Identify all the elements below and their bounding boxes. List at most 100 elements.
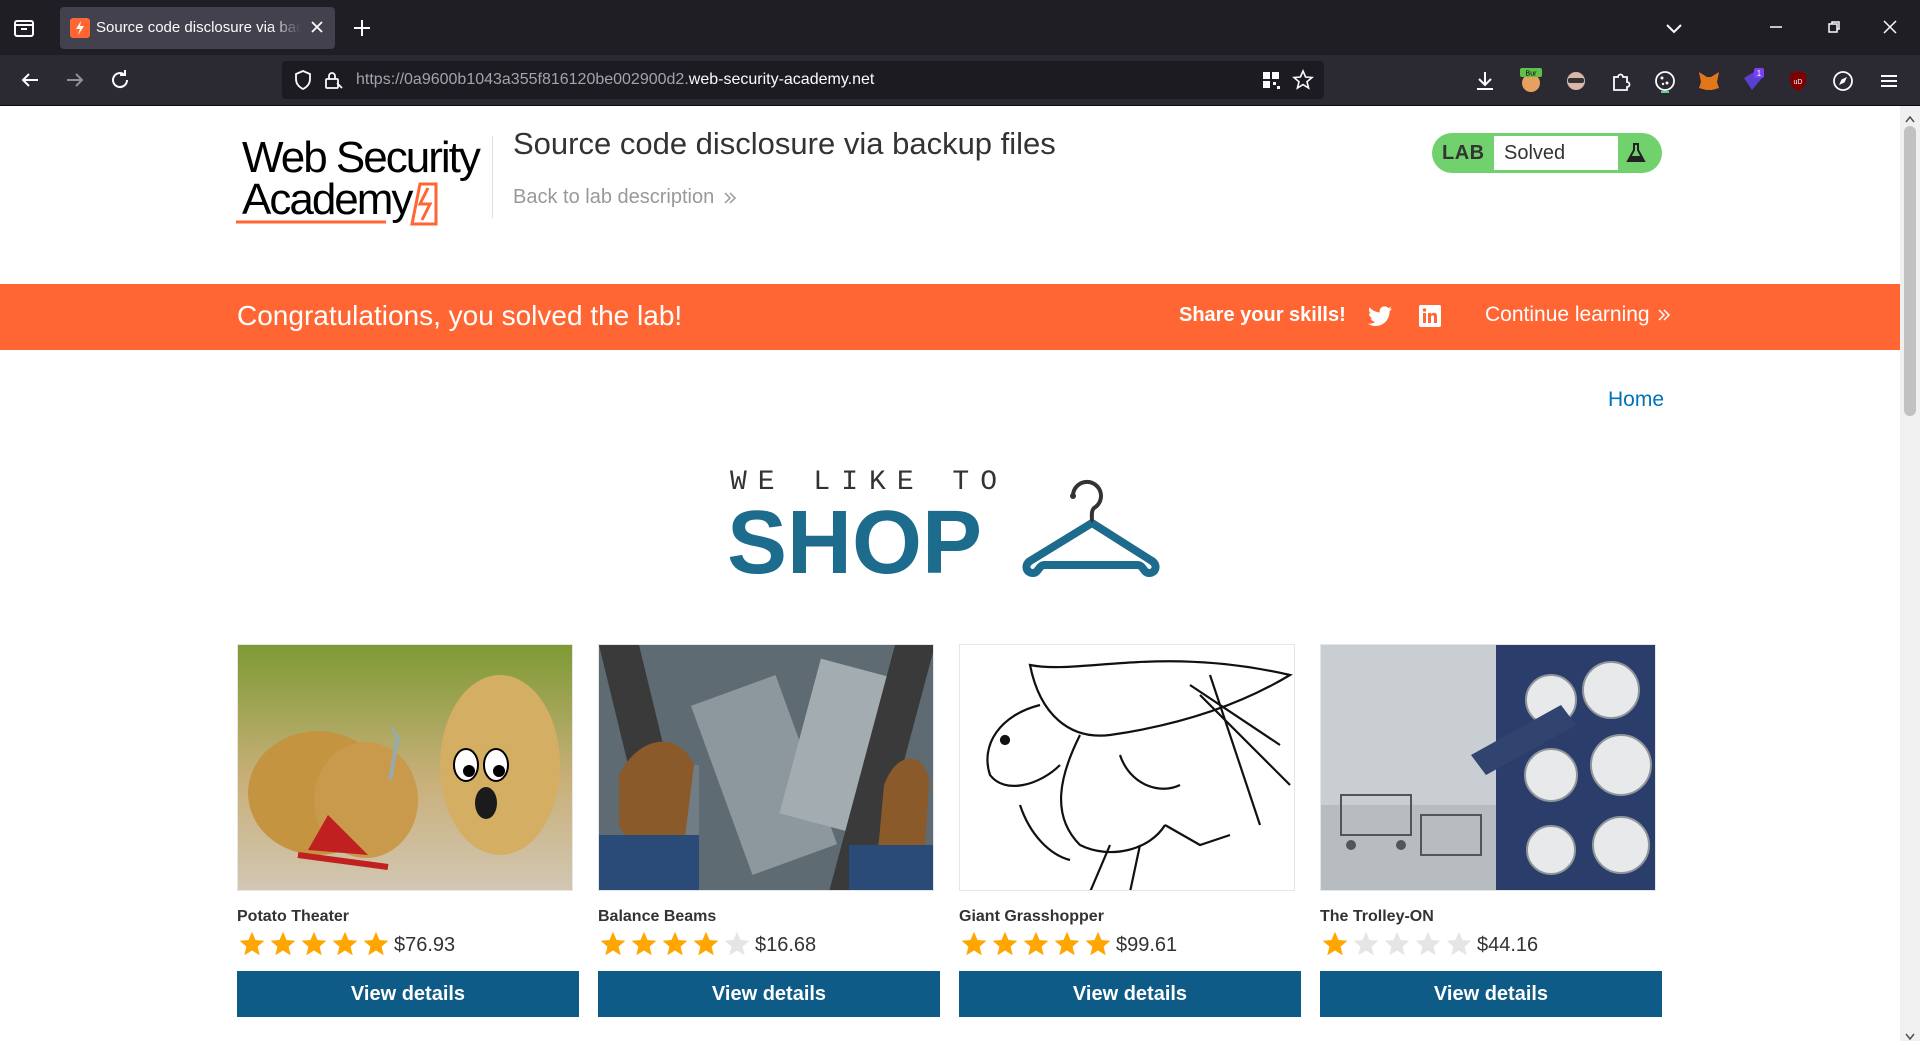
- star-empty-icon: [1353, 931, 1379, 956]
- share-skills-label: Share your skills!: [1179, 304, 1346, 326]
- product-rating: [1320, 930, 1474, 958]
- product-price: $99.61: [1116, 934, 1178, 956]
- continue-learning-link[interactable]: Continue learning: [1485, 303, 1672, 327]
- compass-icon[interactable]: [1830, 68, 1856, 94]
- we-like-to-shop-logo: WE LIKE TO SHOP: [727, 461, 1170, 593]
- star-filled-icon: [1054, 931, 1080, 956]
- star-empty-icon: [1384, 931, 1410, 956]
- star-filled-icon: [961, 931, 987, 956]
- view-details-button[interactable]: View details: [237, 971, 579, 1017]
- product-image-the-trolley-on: [1320, 644, 1656, 891]
- star-empty-icon: [1415, 931, 1441, 956]
- firefox-view-icon[interactable]: [12, 16, 36, 40]
- product-price: $44.16: [1477, 934, 1539, 956]
- burp-extension-icon[interactable]: Bur: [1518, 68, 1544, 94]
- product-name: The Trolley-ON: [1320, 908, 1434, 925]
- star-filled-icon: [301, 931, 327, 956]
- product-price: $16.68: [755, 934, 817, 956]
- extensions-puzzle-icon[interactable]: [1608, 68, 1634, 94]
- page-scrollbar[interactable]: [1900, 106, 1920, 1041]
- lab-title: Source code disclosure via backup files: [513, 126, 1056, 161]
- star-filled-icon: [270, 931, 296, 956]
- star-filled-icon: [239, 931, 265, 956]
- star-empty-icon: [724, 931, 750, 956]
- lab-badge: LAB: [1442, 142, 1485, 164]
- star-filled-icon: [332, 931, 358, 956]
- svg-text:uD: uD: [1794, 79, 1803, 86]
- browser-tab-bar: Source code disclosure via backup files: [0, 0, 1920, 55]
- svg-text:Academy: Academy: [242, 175, 413, 224]
- restore-icon[interactable]: [1822, 15, 1846, 39]
- home-link[interactable]: Home: [1608, 388, 1664, 412]
- star-filled-icon: [600, 931, 626, 956]
- lock-icon[interactable]: [322, 69, 344, 91]
- metamask-fox-icon[interactable]: [1696, 68, 1722, 94]
- back-link-label: Back to lab description: [513, 186, 715, 208]
- web-security-academy-logo[interactable]: Web Security Academy: [236, 132, 486, 228]
- view-details-button[interactable]: View details: [959, 971, 1301, 1017]
- product-name: Giant Grasshopper: [959, 908, 1104, 925]
- product-price: $76.93: [394, 934, 456, 956]
- page-content: Web Security Academy Source code disclos…: [0, 106, 1900, 1041]
- solved-notification-banner: Congratulations, you solved the lab! Sha…: [0, 284, 1900, 350]
- badge-extension-icon[interactable]: 1: [1740, 68, 1766, 94]
- product-rating: [598, 930, 752, 958]
- window-close-icon[interactable]: [1878, 15, 1902, 39]
- minimize-icon[interactable]: [1764, 15, 1788, 39]
- spy-extension-icon[interactable]: [1563, 68, 1589, 94]
- header-divider: [492, 136, 493, 218]
- product-rating: [237, 930, 391, 958]
- star-filled-icon: [992, 931, 1018, 956]
- congratulations-message: Congratulations, you solved the lab!: [237, 300, 683, 331]
- star-filled-icon: [1023, 931, 1049, 956]
- cookie-extension-icon[interactable]: [1652, 68, 1678, 94]
- star-filled-icon: [662, 931, 688, 956]
- new-tab-icon[interactable]: [350, 16, 374, 40]
- view-details-button[interactable]: View details: [598, 971, 940, 1017]
- star-filled-icon: [1322, 931, 1348, 956]
- download-icon[interactable]: [1472, 68, 1498, 94]
- svg-text:SHOP: SHOP: [730, 493, 982, 581]
- double-chevron-right-icon: [724, 191, 737, 204]
- lab-status-widget: LAB Solved: [1432, 133, 1662, 173]
- linkedin-icon[interactable]: [1418, 304, 1442, 328]
- product-name: Potato Theater: [237, 908, 350, 925]
- browser-nav-bar: https://0a9600b1043a355f816120be002900d2…: [0, 55, 1920, 106]
- svg-text:Bur: Bur: [1526, 71, 1538, 78]
- product-rating: [959, 930, 1113, 958]
- star-filled-icon: [693, 931, 719, 956]
- reload-icon[interactable]: [108, 68, 132, 92]
- forward-arrow-icon[interactable]: [63, 68, 87, 92]
- product-image-balance-beams: [598, 644, 934, 891]
- star-empty-icon: [1446, 931, 1472, 956]
- lab-status-box: Solved: [1494, 136, 1618, 170]
- url-bar[interactable]: https://0a9600b1043a355f816120be002900d2…: [282, 61, 1324, 99]
- hamburger-menu-icon[interactable]: [1876, 68, 1902, 94]
- back-to-lab-description-link[interactable]: Back to lab description: [513, 186, 738, 209]
- scrollbar-thumb[interactable]: [1904, 126, 1916, 416]
- product-image-giant-grasshopper: [959, 644, 1295, 891]
- product-name: Balance Beams: [598, 908, 717, 925]
- view-details-button[interactable]: View details: [1320, 971, 1662, 1017]
- close-tab-icon[interactable]: [307, 17, 327, 37]
- continue-learning-label: Continue learning: [1485, 303, 1650, 326]
- double-chevron-right-icon: [1658, 309, 1670, 321]
- ublock-origin-icon[interactable]: uD: [1785, 68, 1811, 94]
- lab-status-text: Solved: [1504, 142, 1566, 164]
- active-tab[interactable]: Source code disclosure via backup files: [60, 7, 335, 49]
- shield-icon[interactable]: [292, 69, 314, 91]
- star-filled-icon: [363, 931, 389, 956]
- back-arrow-icon[interactable]: [18, 68, 42, 92]
- portswigger-favicon-icon: [70, 18, 90, 38]
- product-image-potato-theater: [237, 644, 573, 891]
- url-text: https://0a9600b1043a355f816120be002900d2…: [356, 71, 875, 88]
- bookmark-star-icon[interactable]: [1292, 68, 1314, 91]
- chevron-down-icon[interactable]: [1662, 16, 1686, 40]
- svg-text:1: 1: [1757, 69, 1762, 78]
- star-filled-icon: [631, 931, 657, 956]
- twitter-icon[interactable]: [1368, 304, 1394, 328]
- qr-code-icon[interactable]: [1260, 69, 1282, 91]
- scroll-down-arrow-icon[interactable]: [1905, 1028, 1915, 1046]
- tab-title: Source code disclosure via backup files: [96, 19, 301, 36]
- flask-icon: [1624, 141, 1648, 165]
